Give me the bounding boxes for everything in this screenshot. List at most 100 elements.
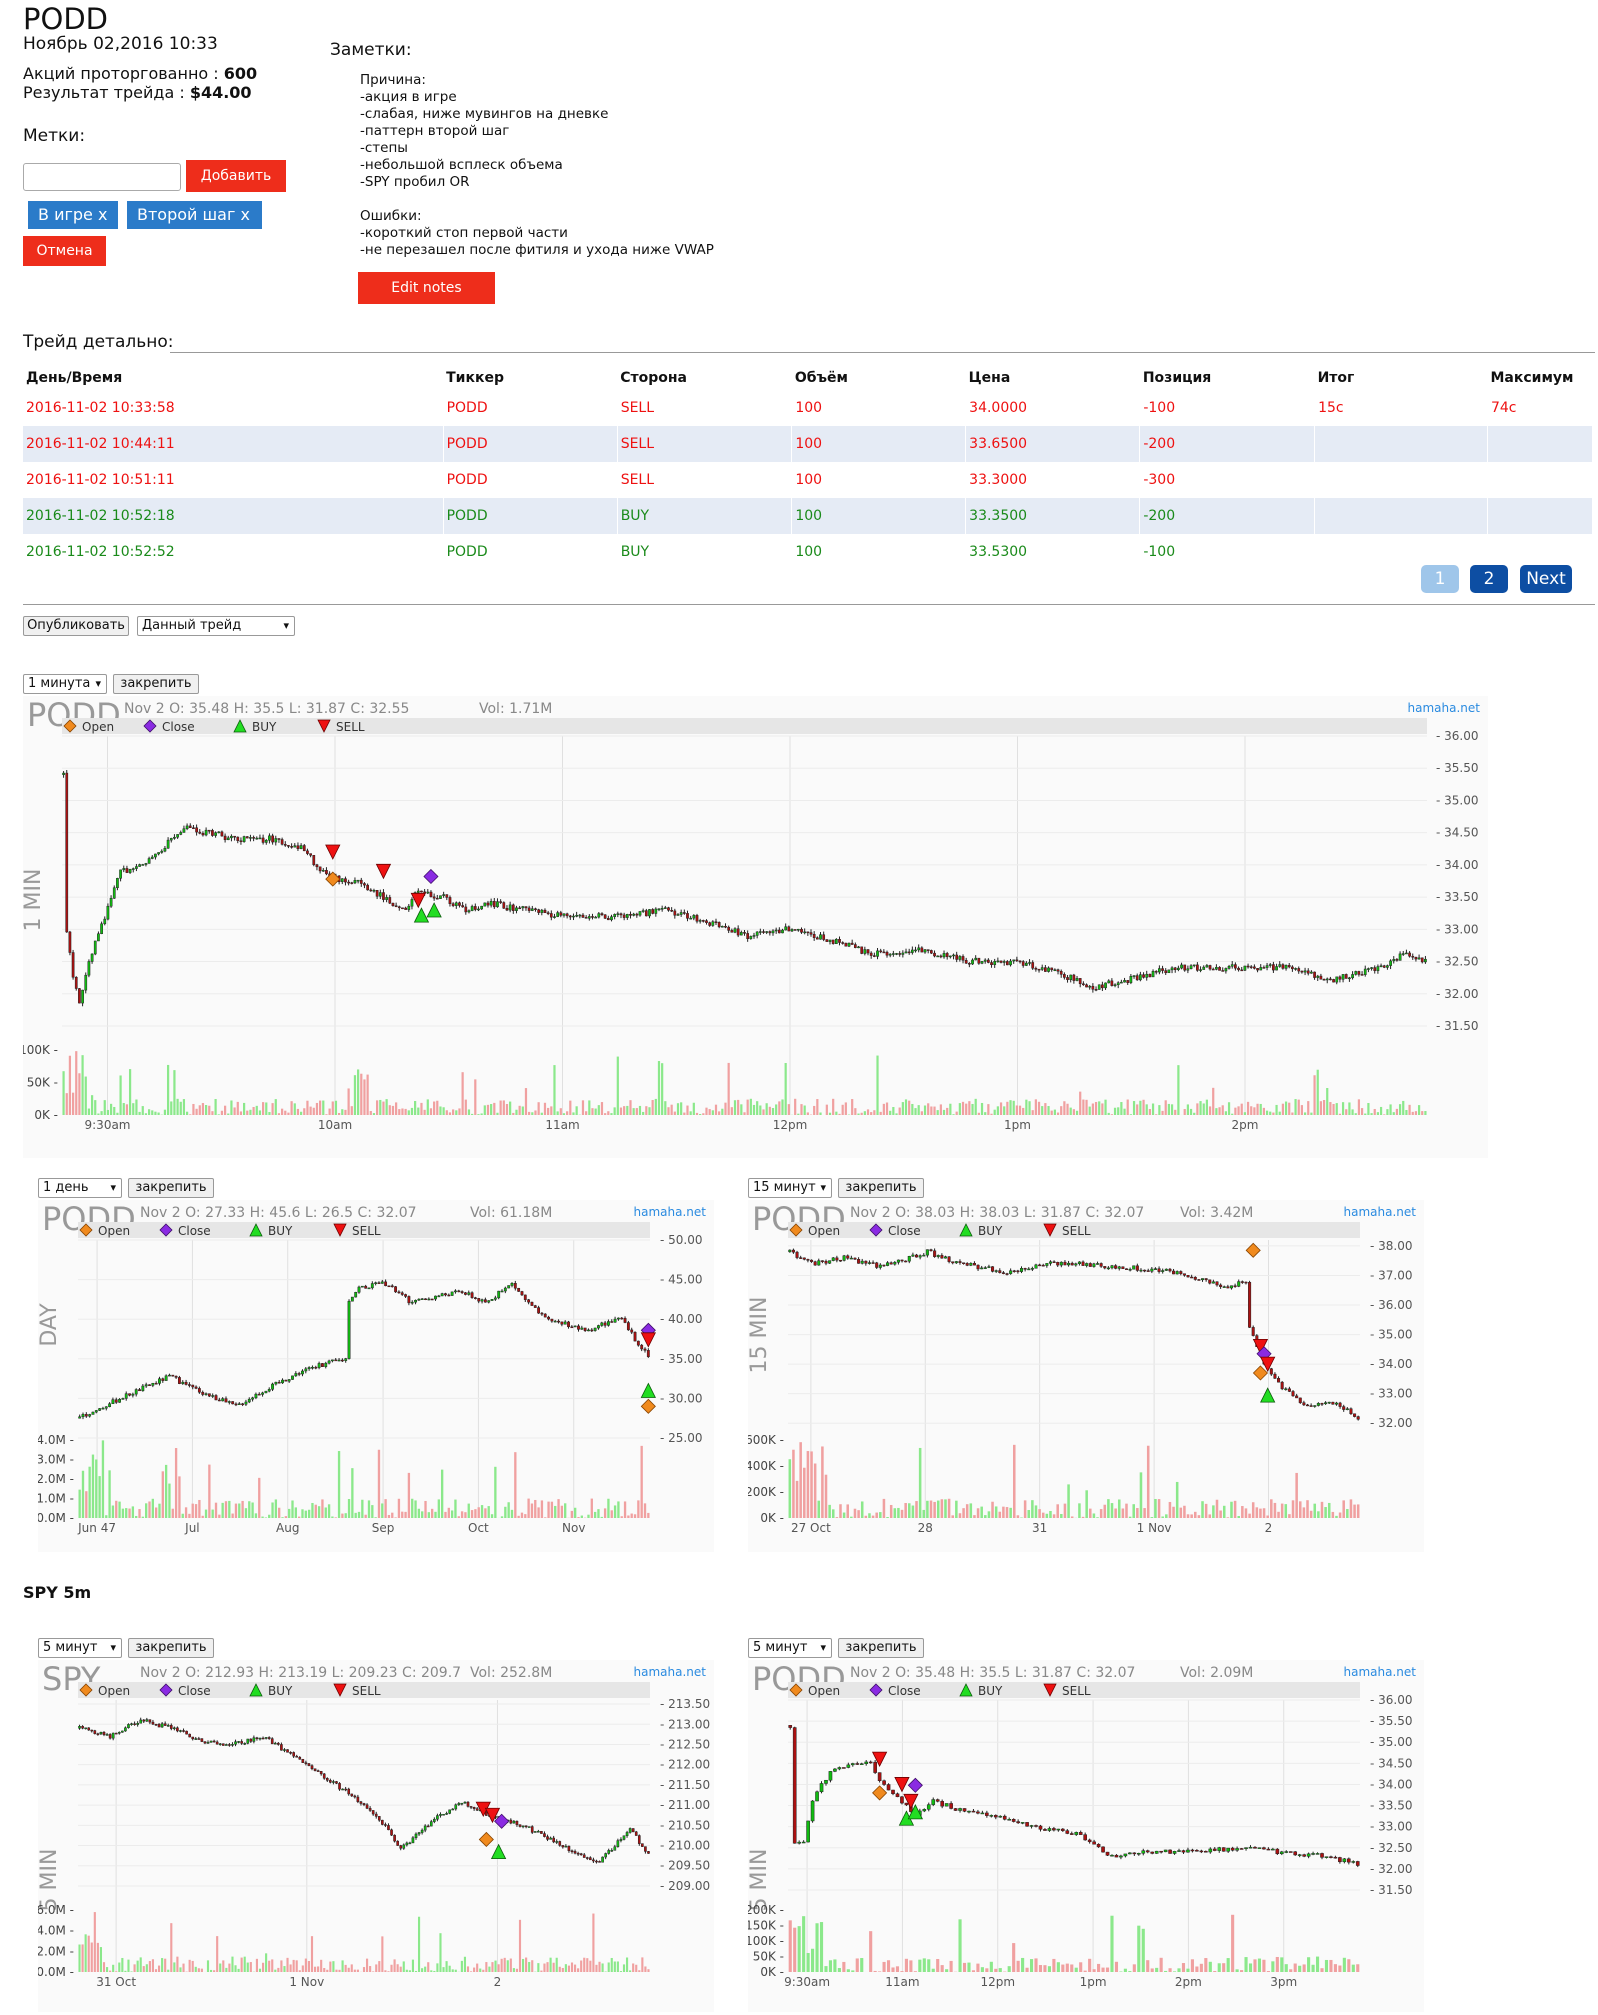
- volume-bar: [583, 1957, 586, 1972]
- volume-bar: [320, 1959, 323, 1972]
- volume-bar: [223, 1105, 227, 1115]
- interval-select[interactable]: 5 минут: [748, 1638, 832, 1658]
- interval-select[interactable]: 5 минут: [38, 1638, 122, 1658]
- table-row[interactable]: 2016-11-02 10:52:18 PODD BUY 100 33.3500 -200: [23, 498, 1594, 534]
- candle: [1005, 1273, 1009, 1275]
- column-header[interactable]: Тиккер: [443, 366, 617, 390]
- column-header[interactable]: Максимум: [1487, 366, 1592, 390]
- candle: [540, 909, 544, 913]
- candle: [1313, 971, 1316, 978]
- candle: [838, 1259, 843, 1262]
- table-row[interactable]: 2016-11-02 10:51:11 PODD SELL 100 33.3000 -30…: [23, 462, 1594, 498]
- edit-notes-button[interactable]: Edit notes: [358, 272, 495, 304]
- volume-bar: [1105, 1967, 1110, 1972]
- candle: [487, 1300, 491, 1303]
- candle: [521, 1825, 525, 1828]
- candle: [972, 1262, 976, 1266]
- table-row[interactable]: 2016-11-02 10:44:11 PODD SELL 100 33.6500 -20…: [23, 426, 1594, 462]
- candle: [1045, 1263, 1049, 1266]
- price-chart[interactable]: SPY Nov 2 O: 212.93 H: 213.19 L: 209.23 C…: [38, 1660, 714, 2012]
- volume-bar: [544, 1517, 547, 1518]
- candle: [857, 1259, 861, 1264]
- volume-bar: [1139, 1100, 1142, 1115]
- tag-input[interactable]: [23, 163, 181, 191]
- column-header[interactable]: День/Время: [23, 366, 443, 390]
- volume-bar: [962, 1962, 967, 1972]
- publish-button[interactable]: Опубликовать: [23, 616, 129, 636]
- volume-bar: [616, 1056, 619, 1115]
- price-chart[interactable]: PODD Nov 2 O: 35.48 H: 35.5 L: 31.87 C: 3…: [748, 1660, 1424, 2012]
- volume-bar: [148, 1961, 151, 1972]
- volume-bar: [1262, 1508, 1266, 1518]
- volume-bar: [347, 1088, 350, 1115]
- volume-bar: [1335, 1103, 1338, 1115]
- publish-select[interactable]: Данный трейд: [137, 616, 295, 636]
- add-tag-button[interactable]: Добавить: [186, 160, 286, 192]
- interval-select[interactable]: 15 минут: [748, 1178, 832, 1198]
- table-cell: SELL: [617, 426, 793, 462]
- pin-button[interactable]: закрепить: [128, 1638, 214, 1658]
- trades-table: День/Время Тиккер Сторона Объём Цена Позиция И…: [23, 366, 1594, 570]
- volume-bar: [185, 1111, 189, 1115]
- volume-bar: [878, 1971, 882, 1972]
- next-page-button[interactable]: Next: [1520, 565, 1572, 593]
- candle: [307, 1367, 311, 1370]
- volume-bar: [319, 1100, 322, 1115]
- volume-bar: [824, 1966, 828, 1972]
- volume-bar: [635, 1964, 638, 1972]
- candle: [473, 906, 477, 910]
- candle: [150, 856, 154, 859]
- volume-bar: [301, 1965, 304, 1972]
- tag-in-game[interactable]: В игре x: [28, 201, 118, 229]
- table-row[interactable]: 2016-11-02 10:33:58 PODD SELL 100 34.0000 -10…: [23, 390, 1594, 426]
- candle: [350, 1296, 354, 1302]
- volume-bar: [312, 1107, 315, 1115]
- column-header[interactable]: Сторона: [617, 366, 792, 390]
- column-header[interactable]: Цена: [966, 366, 1140, 390]
- candle: [1177, 1850, 1181, 1852]
- candle: [381, 1819, 384, 1825]
- volume-bar: [737, 1099, 740, 1115]
- page-2-button[interactable]: 2: [1470, 565, 1508, 593]
- cancel-button[interactable]: Отмена: [23, 236, 106, 266]
- tag-second-step[interactable]: Второй шаг x: [127, 201, 262, 229]
- volume-bar: [1205, 1099, 1208, 1115]
- interval-select[interactable]: 1 день: [38, 1178, 122, 1198]
- candle: [1154, 971, 1158, 973]
- volume-bar: [1041, 1512, 1045, 1518]
- column-header[interactable]: Позиция: [1140, 366, 1315, 390]
- volume-bar: [965, 1504, 969, 1518]
- column-header[interactable]: Итог: [1315, 366, 1488, 390]
- candle: [987, 1266, 991, 1268]
- candle: [295, 1755, 299, 1758]
- volume-bar: [408, 1970, 411, 1972]
- volume-bar: [521, 1106, 524, 1115]
- volume-bar: [904, 1099, 908, 1115]
- price-chart[interactable]: PODD Nov 2 O: 35.48 H: 35.5 L: 31.87 C: 3…: [23, 696, 1488, 1158]
- page-1-button[interactable]: 1: [1421, 565, 1459, 593]
- volume-bar: [1098, 1101, 1101, 1115]
- candle: [689, 917, 693, 920]
- column-header[interactable]: Объём: [792, 366, 966, 390]
- pin-button[interactable]: закрепить: [838, 1638, 924, 1658]
- table-row[interactable]: 2016-11-02 10:52:52 PODD BUY 100 33.5300 -100: [23, 534, 1594, 570]
- candle: [844, 942, 848, 947]
- price-chart[interactable]: PODD Nov 2 O: 38.03 H: 38.03 L: 31.87 C: …: [748, 1200, 1424, 1552]
- pin-button[interactable]: закрепить: [838, 1178, 924, 1198]
- candle: [1338, 1402, 1342, 1407]
- volume-bar: [1213, 1971, 1217, 1972]
- candle: [84, 1414, 88, 1417]
- interval-select[interactable]: 1 минута: [23, 674, 107, 694]
- volume-bar: [897, 1507, 900, 1518]
- price-chart[interactable]: PODD Nov 2 O: 27.33 H: 45.6 L: 26.5 C: 32…: [38, 1200, 714, 1552]
- candle: [629, 913, 632, 916]
- candle: [812, 934, 816, 938]
- pin-button[interactable]: закрепить: [128, 1178, 214, 1198]
- pin-button[interactable]: закрепить: [113, 674, 199, 694]
- y-tick-label: - 213.00: [660, 1717, 710, 1731]
- volume-bar: [1094, 1101, 1098, 1115]
- candle: [314, 1366, 318, 1369]
- candle: [178, 1377, 181, 1384]
- result-value: $44.00: [189, 83, 252, 102]
- candle: [1129, 976, 1133, 983]
